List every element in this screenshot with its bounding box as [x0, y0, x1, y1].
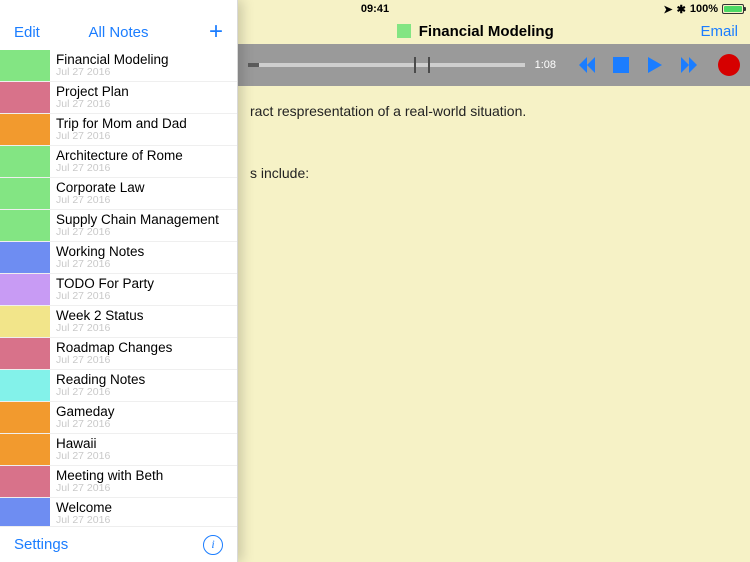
list-item[interactable]: TODO For PartyJul 27 2016: [0, 274, 237, 306]
note-color-bar: [0, 466, 50, 497]
audio-player: 1:08: [238, 44, 750, 86]
status-time: 09:41: [236, 3, 514, 15]
note-color-bar: [0, 274, 50, 305]
note-row-date: Jul 27 2016: [56, 67, 169, 78]
note-color-bar: [0, 114, 50, 145]
list-item[interactable]: Roadmap ChangesJul 27 2016: [0, 338, 237, 370]
note-row-title: Welcome: [56, 501, 112, 515]
location-icon: ➤: [663, 3, 672, 16]
note-row-title: Corporate Law: [56, 181, 145, 195]
note-color-bar: [0, 50, 50, 81]
status-right: ➤ ✱ 100%: [514, 3, 744, 16]
skip-back-button[interactable]: [576, 54, 598, 76]
list-item[interactable]: Financial ModelingJul 27 2016: [0, 50, 237, 82]
playback-progress: [248, 63, 259, 67]
note-color-bar: [0, 370, 50, 401]
note-row-date: Jul 27 2016: [56, 195, 145, 206]
note-header: Financial Modeling Email: [238, 18, 750, 44]
note-row-date: Jul 27 2016: [56, 323, 144, 334]
note-row-title: Financial Modeling: [56, 53, 169, 67]
note-color-bar: [0, 498, 50, 526]
note-color-bar: [0, 178, 50, 209]
note-row-date: Jul 27 2016: [56, 483, 163, 494]
note-row-date: Jul 27 2016: [56, 451, 110, 462]
playback-marker[interactable]: [414, 57, 416, 73]
note-line: ract respresentation of a real-world sit…: [250, 100, 738, 122]
note-color-bar: [0, 434, 50, 465]
sidebar: Edit All Notes + Financial ModelingJul 2…: [0, 0, 238, 562]
list-item[interactable]: Project PlanJul 27 2016: [0, 82, 237, 114]
note-row-date: Jul 27 2016: [56, 99, 129, 110]
list-item[interactable]: WelcomeJul 27 2016: [0, 498, 237, 526]
notes-list[interactable]: Financial ModelingJul 27 2016Project Pla…: [0, 50, 237, 526]
note-row-title: Roadmap Changes: [56, 341, 172, 355]
note-row-title: Reading Notes: [56, 373, 145, 387]
bluetooth-icon: ✱: [677, 3, 686, 16]
note-row-title: Project Plan: [56, 85, 129, 99]
playback-time: 1:08: [535, 59, 556, 71]
list-item[interactable]: Meeting with BethJul 27 2016: [0, 466, 237, 498]
playback-marker[interactable]: [428, 57, 430, 73]
note-row-date: Jul 27 2016: [56, 515, 112, 526]
note-color-bar: [0, 146, 50, 177]
note-row-date: Jul 27 2016: [56, 259, 144, 270]
record-button[interactable]: [718, 54, 740, 76]
note-row-date: Jul 27 2016: [56, 163, 183, 174]
list-item[interactable]: Working NotesJul 27 2016: [0, 242, 237, 274]
skip-forward-button[interactable]: [678, 54, 700, 76]
note-row-title: Meeting with Beth: [56, 469, 163, 483]
edit-button[interactable]: Edit: [14, 24, 40, 41]
list-item[interactable]: Architecture of RomeJul 27 2016: [0, 146, 237, 178]
list-item[interactable]: Week 2 StatusJul 27 2016: [0, 306, 237, 338]
note-color-bar: [0, 242, 50, 273]
note-row-date: Jul 27 2016: [56, 227, 219, 238]
note-color-swatch: [397, 24, 411, 38]
sidebar-footer: Settings i: [0, 526, 237, 562]
note-row-title: Trip for Mom and Dad: [56, 117, 187, 131]
email-button[interactable]: Email: [700, 23, 738, 40]
note-color-bar: [0, 338, 50, 369]
info-icon[interactable]: i: [203, 535, 223, 555]
note-color-bar: [0, 306, 50, 337]
note-row-title: Working Notes: [56, 245, 144, 259]
note-color-bar: [0, 402, 50, 433]
note-row-title: Architecture of Rome: [56, 149, 183, 163]
note-row-title: Hawaii: [56, 437, 110, 451]
sidebar-header: Edit All Notes +: [0, 0, 237, 44]
note-row-title: Supply Chain Management: [56, 213, 219, 227]
note-line: s include:: [250, 162, 738, 184]
add-note-button[interactable]: +: [209, 18, 223, 46]
list-item[interactable]: Reading NotesJul 27 2016: [0, 370, 237, 402]
stop-button[interactable]: [610, 54, 632, 76]
note-row-date: Jul 27 2016: [56, 131, 187, 142]
note-row-date: Jul 27 2016: [56, 355, 172, 366]
list-item[interactable]: GamedayJul 27 2016: [0, 402, 237, 434]
note-row-title: Week 2 Status: [56, 309, 144, 323]
note-title: Financial Modeling: [397, 23, 554, 40]
note-row-date: Jul 27 2016: [56, 291, 154, 302]
note-title-text: Financial Modeling: [419, 23, 554, 40]
note-color-bar: [0, 82, 50, 113]
play-button[interactable]: [644, 54, 666, 76]
note-row-title: TODO For Party: [56, 277, 154, 291]
playback-track[interactable]: [248, 63, 525, 67]
list-item[interactable]: Supply Chain ManagementJul 27 2016: [0, 210, 237, 242]
list-item[interactable]: Corporate LawJul 27 2016: [0, 178, 237, 210]
note-body[interactable]: ract respresentation of a real-world sit…: [238, 86, 750, 562]
note-row-date: Jul 27 2016: [56, 387, 145, 398]
note-row-title: Gameday: [56, 405, 115, 419]
note-color-bar: [0, 210, 50, 241]
settings-button[interactable]: Settings: [14, 536, 68, 553]
battery-percent: 100%: [690, 3, 718, 15]
list-item[interactable]: Trip for Mom and DadJul 27 2016: [0, 114, 237, 146]
battery-icon: [722, 4, 744, 14]
note-row-date: Jul 27 2016: [56, 419, 115, 430]
list-item[interactable]: HawaiiJul 27 2016: [0, 434, 237, 466]
